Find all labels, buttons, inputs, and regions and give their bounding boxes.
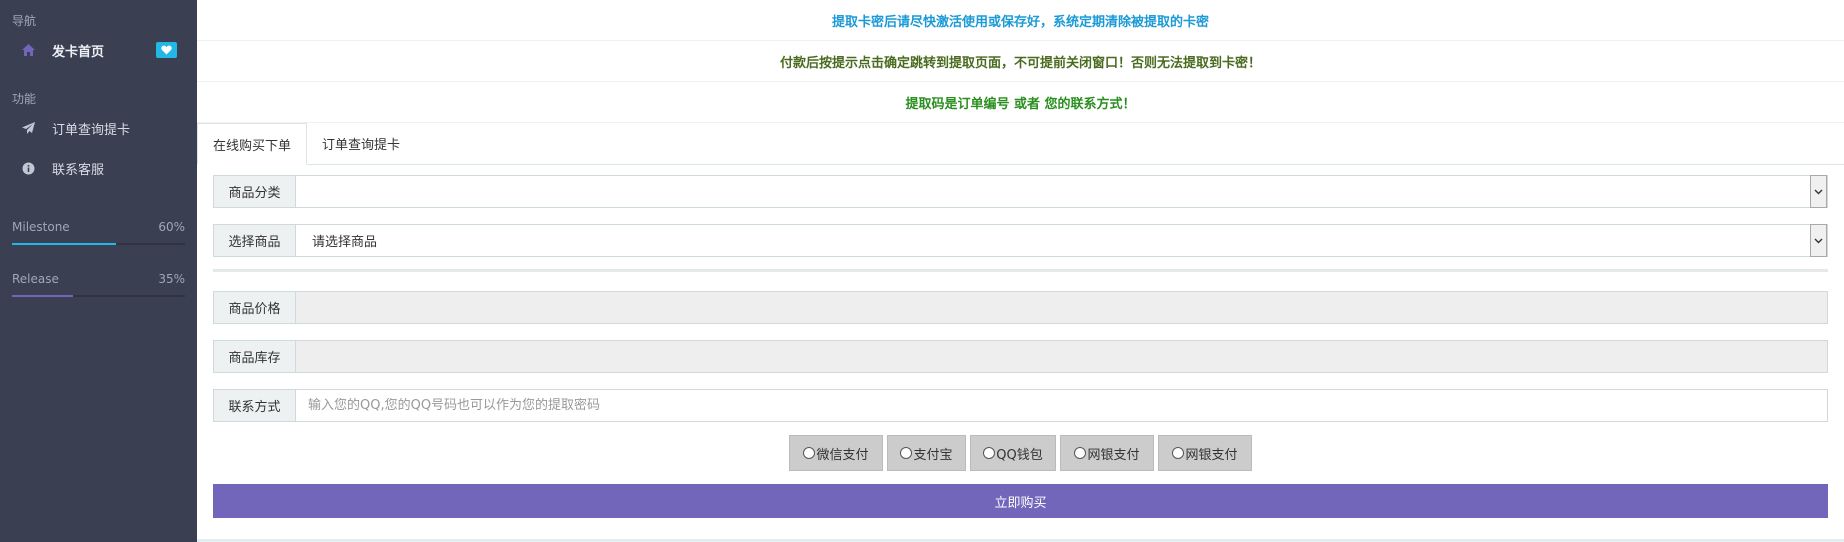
progress-label: Release xyxy=(12,272,59,286)
product-select[interactable]: 请选择商品 xyxy=(295,224,1828,257)
chevron-down-icon[interactable] xyxy=(1810,175,1827,208)
paper-plane-icon xyxy=(20,120,36,136)
pay-option-label: QQ钱包 xyxy=(996,447,1043,463)
radio-icon[interactable] xyxy=(1074,447,1087,459)
notice-line: 付款后按提示点击确定跳转到提取页面，不可提前关闭窗口！否则无法提取到卡密！ xyxy=(197,41,1844,82)
main-content: 提取卡密后请尽快激活使用或保存好，系统定期清除被提取的卡密 付款后按提示点击确定… xyxy=(197,0,1844,542)
notice-line: 提取码是订单编号 或者 您的联系方式！ xyxy=(197,82,1844,123)
pay-option-label: 支付宝 xyxy=(913,447,953,463)
sidebar-item-label: 订单查询提卡 xyxy=(52,122,131,138)
stock-row: 商品库存 xyxy=(213,340,1828,373)
pay-option-label: 微信支付 xyxy=(816,447,869,463)
contact-label: 联系方式 xyxy=(213,389,295,422)
heart-badge xyxy=(156,42,177,58)
progress-release: Release 35% xyxy=(0,262,197,314)
chevron-down-icon[interactable] xyxy=(1810,224,1827,257)
heart-icon xyxy=(161,45,172,55)
tab-online-purchase[interactable]: 在线购买下单 xyxy=(197,123,308,165)
home-icon xyxy=(20,42,36,58)
sidebar-item-contact-service[interactable]: 联系客服 xyxy=(0,148,197,188)
progress-value: 60% xyxy=(158,220,185,234)
progress-bar xyxy=(12,295,73,297)
payment-options: 微信支付 支付宝 QQ钱包 网银支付 网银支付 xyxy=(213,435,1828,471)
radio-icon[interactable] xyxy=(983,447,996,459)
pay-option-alipay[interactable]: 支付宝 xyxy=(887,435,966,471)
stock-label: 商品库存 xyxy=(213,340,295,373)
pay-option-wechat[interactable]: 微信支付 xyxy=(789,435,883,471)
notice-line: 提取卡密后请尽快激活使用或保存好，系统定期清除被提取的卡密 xyxy=(197,0,1844,41)
progress-bar xyxy=(12,243,116,245)
progress-value: 35% xyxy=(158,272,185,286)
category-label: 商品分类 xyxy=(213,175,295,208)
buy-now-button[interactable]: 立即购买 xyxy=(213,484,1828,518)
radio-icon[interactable] xyxy=(1172,447,1185,459)
product-row: 选择商品 请选择商品 xyxy=(213,224,1828,257)
stock-field xyxy=(295,340,1828,373)
radio-icon[interactable] xyxy=(900,447,913,459)
info-circle-icon xyxy=(20,160,36,176)
sidebar-item-home[interactable]: 发卡首页 xyxy=(0,30,197,70)
category-row: 商品分类 xyxy=(213,175,1828,208)
pay-option-qqwallet[interactable]: QQ钱包 xyxy=(970,435,1056,471)
sidebar: 导航 发卡首页 功能 订单查询提卡 联系客服 Milestone 60% Rel… xyxy=(0,0,197,542)
sidebar-item-label: 发卡首页 xyxy=(52,44,105,60)
contact-field[interactable] xyxy=(295,389,1828,422)
pay-option-bank-2[interactable]: 网银支付 xyxy=(1158,435,1252,471)
product-value: 请选择商品 xyxy=(312,235,378,250)
sidebar-item-label: 联系客服 xyxy=(52,162,105,178)
purchase-form: 商品分类 选择商品 请选择商品 商品价格 商品库存 联系方式 输入您的QQ,您的… xyxy=(197,165,1844,518)
radio-icon[interactable] xyxy=(803,447,816,459)
tab-bar: 在线购买下单 订单查询提卡 xyxy=(197,123,1844,165)
sidebar-item-order-query[interactable]: 订单查询提卡 xyxy=(0,108,197,148)
tab-order-query[interactable]: 订单查询提卡 xyxy=(307,122,415,164)
pay-option-label: 网银支付 xyxy=(1185,447,1238,463)
progress-milestone: Milestone 60% xyxy=(0,210,197,262)
product-label: 选择商品 xyxy=(213,224,295,257)
price-label: 商品价格 xyxy=(213,291,295,324)
pay-option-bank-1[interactable]: 网银支付 xyxy=(1060,435,1154,471)
price-row: 商品价格 xyxy=(213,291,1828,324)
func-section-header: 功能 xyxy=(12,92,37,106)
category-select[interactable] xyxy=(295,175,1828,208)
nav-section-header: 导航 xyxy=(12,14,37,28)
divider xyxy=(213,269,1828,272)
progress-label: Milestone xyxy=(12,220,70,234)
contact-input[interactable] xyxy=(308,398,1827,413)
price-field xyxy=(295,291,1828,324)
contact-row: 联系方式 xyxy=(213,389,1828,422)
pay-option-label: 网银支付 xyxy=(1087,447,1140,463)
